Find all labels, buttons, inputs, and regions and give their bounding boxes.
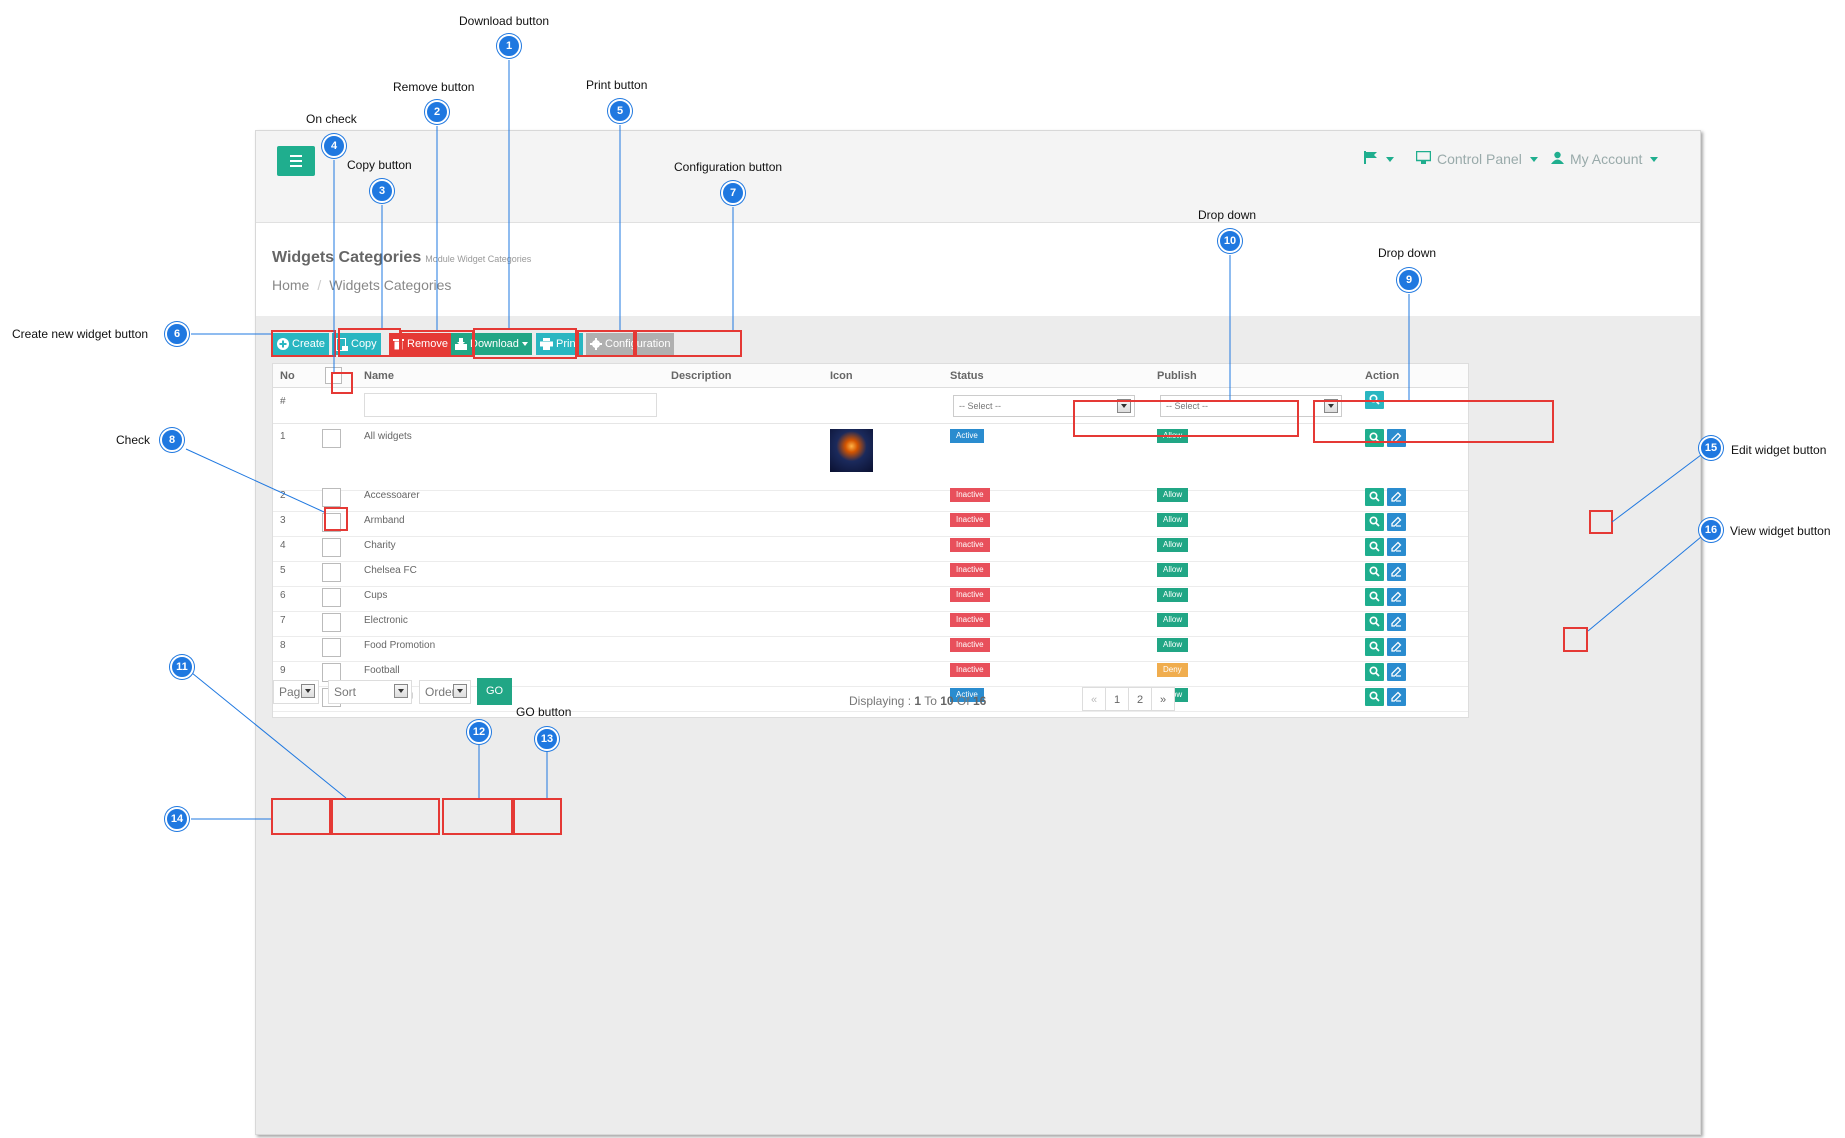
callout-3-label: Copy button <box>347 158 412 172</box>
callout-6-label: Create new widget button <box>12 327 149 341</box>
callout-9: 9 <box>1397 268 1421 292</box>
callout-1: 1 <box>497 34 521 58</box>
callout-13: 13 <box>535 727 559 751</box>
callout-16-label: View widget button <box>1730 524 1831 538</box>
callout-11: 11 <box>170 655 194 679</box>
annotation-connectors <box>185 60 1702 820</box>
callout-13-label: GO button <box>516 705 572 719</box>
callout-14: 14 <box>165 807 189 831</box>
callout-10-label: Drop down <box>1198 208 1257 222</box>
callout-8: 8 <box>160 428 184 452</box>
screenshot-stage: Control Panel My Account Widgets Categor… <box>0 0 1845 1138</box>
callout-9-label: Drop down <box>1378 246 1437 260</box>
callout-5: 5 <box>608 99 632 123</box>
callout-10: 10 <box>1218 229 1242 253</box>
callout-7-label: Configuration button <box>674 160 783 174</box>
callout-8-label: Check <box>116 433 151 447</box>
callout-5-label: Print button <box>586 78 648 92</box>
callout-15: 15 <box>1699 436 1723 460</box>
callout-2-label: Remove button <box>393 80 475 94</box>
callout-4-label: On check <box>306 112 357 126</box>
callout-4: 4 <box>322 134 346 158</box>
callout-15-label: Edit widget button <box>1731 443 1827 457</box>
callout-3: 3 <box>370 179 394 203</box>
callout-6: 6 <box>165 322 189 346</box>
callout-2: 2 <box>425 100 449 124</box>
callout-16: 16 <box>1699 518 1723 542</box>
callout-12: 12 <box>467 720 491 744</box>
callout-7: 7 <box>721 181 745 205</box>
callout-1-label: Download button <box>459 14 550 28</box>
